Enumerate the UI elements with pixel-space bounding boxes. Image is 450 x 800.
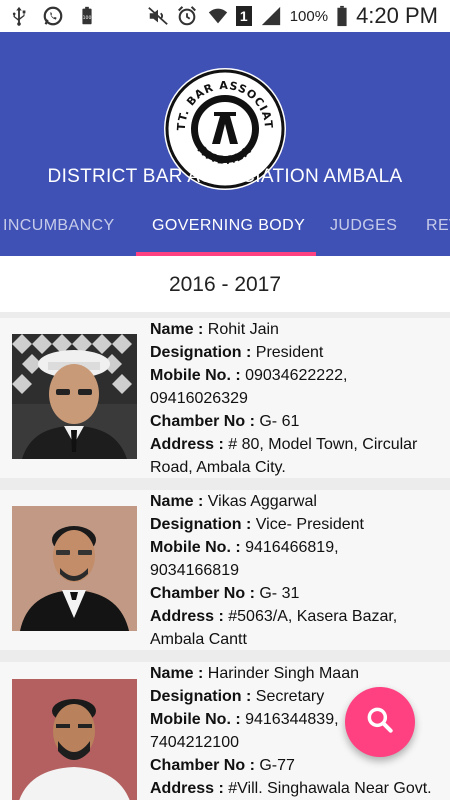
member-chamber-row: Chamber No : G- 31 <box>150 585 300 602</box>
tab-bar: INCUMBANCY GOVERNING BODY JUDGES REV <box>0 212 450 256</box>
member-name-row: Name : Rohit Jain <box>150 321 279 338</box>
member-mobile-row: Mobile No. : 9416466819, <box>150 539 339 556</box>
search-fab[interactable] <box>345 687 415 757</box>
tab-governing-body[interactable]: GOVERNING BODY <box>152 212 305 256</box>
member-photo <box>12 506 137 631</box>
tab-incumbancy[interactable]: INCUMBANCY <box>3 212 115 256</box>
member-address-row-2: Road, Ambala City. <box>150 459 286 476</box>
member-address-row: Address : #Vill. Singhawala Near Govt. <box>150 780 432 797</box>
year-heading: 2016 - 2017 <box>0 256 450 312</box>
signal-icon <box>260 5 282 27</box>
member-card[interactable]: Name : Rohit Jain Designation : Presiden… <box>0 318 450 478</box>
app-title: DISTRICT BAR ASSOCIATION AMBALA <box>47 166 403 187</box>
usb-icon <box>8 5 30 27</box>
member-mobile-row-2: 9034166819 <box>150 562 239 579</box>
tab-rev[interactable]: REV <box>426 212 450 256</box>
member-mobile-row: Mobile No. : 09034622222, <box>150 367 348 384</box>
member-chamber-row: Chamber No : G-77 <box>150 757 295 774</box>
member-address-row-2: Ambala Cantt <box>150 631 247 648</box>
member-name-row: Name : Harinder Singh Maan <box>150 665 359 682</box>
whatsapp-icon <box>42 5 64 27</box>
wifi-icon <box>206 5 228 27</box>
clock: 4:20 PM <box>356 3 438 28</box>
status-bar: 100 1 100% 4:20 PM <box>0 0 450 32</box>
member-chamber-row: Chamber No : G- 61 <box>150 413 300 430</box>
battery-icon <box>336 5 348 27</box>
member-photo <box>12 679 137 800</box>
tab-judges[interactable]: JUDGES <box>330 212 397 256</box>
sim-indicator: 1 <box>235 6 252 26</box>
member-card[interactable]: Name : Vikas Aggarwal Designation : Vice… <box>0 490 450 650</box>
member-address-row: Address : # 80, Model Town, Circular <box>150 436 418 453</box>
mute-icon <box>146 5 168 27</box>
member-mobile-row-2: 09416026329 <box>150 390 248 407</box>
member-info: Name : Vikas Aggarwal Designation : Vice… <box>150 490 444 651</box>
alarm-icon <box>176 5 198 27</box>
member-designation-row: Designation : President <box>150 344 324 361</box>
search-icon <box>364 704 396 741</box>
member-photo <box>12 334 137 459</box>
member-designation-row: Designation : Vice- President <box>150 516 364 533</box>
member-info: Name : Rohit Jain Designation : Presiden… <box>150 318 444 479</box>
member-address-row: Address : #5063/A, Kasera Bazar, <box>150 608 398 625</box>
battery-notification-icon: 100 <box>76 5 98 27</box>
svg-text:100: 100 <box>83 15 92 21</box>
battery-percent: 100% <box>289 7 329 25</box>
app-bar: DISTT. BAR ASSOCIATION AMBALA DISTRICT B… <box>0 32 450 256</box>
member-name-row: Name : Vikas Aggarwal <box>150 493 317 510</box>
